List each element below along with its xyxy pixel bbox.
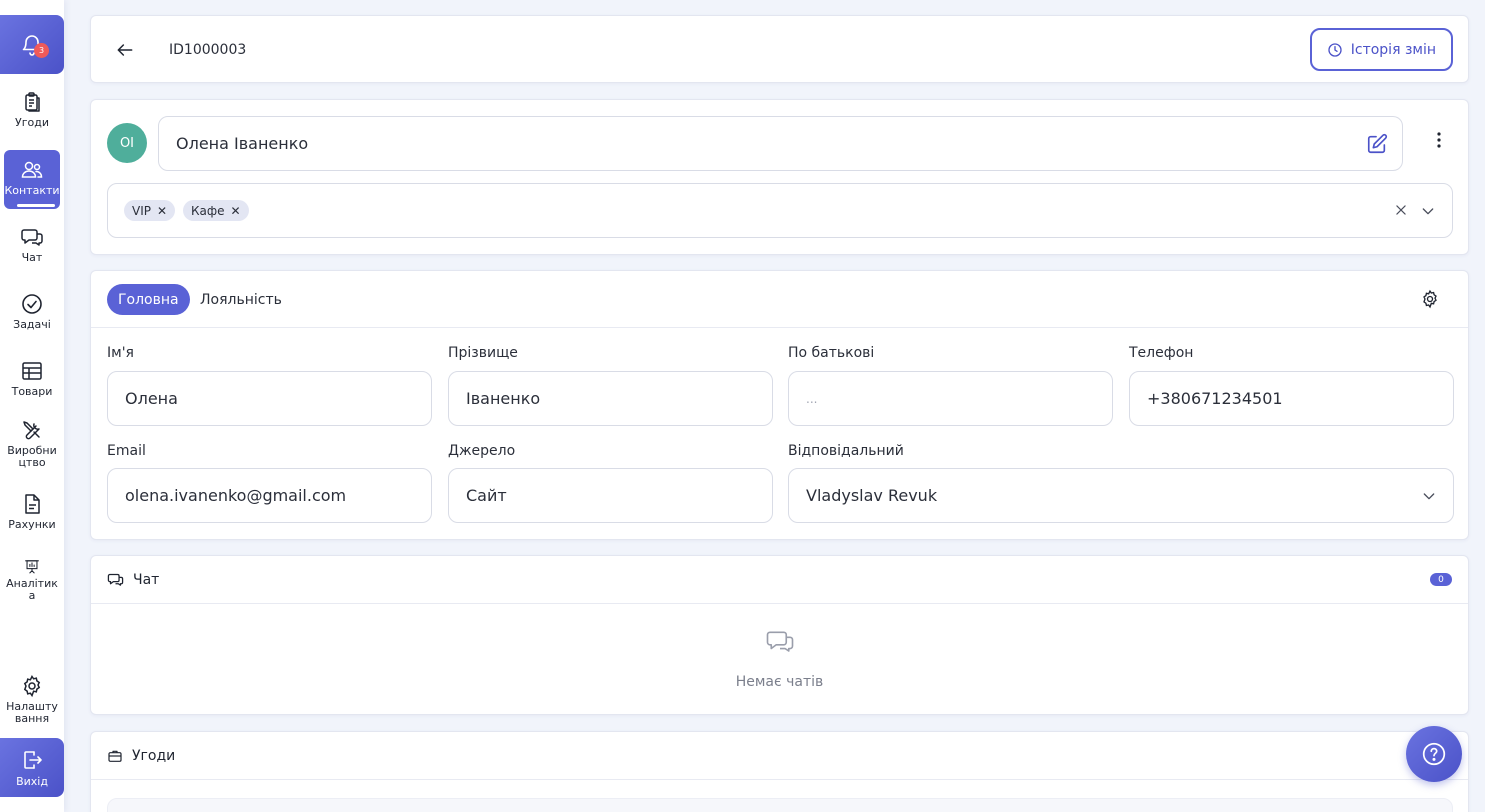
- users-icon: [21, 161, 43, 178]
- tag-chip: Кафе ✕: [183, 200, 249, 221]
- email-label: Email: [107, 443, 146, 459]
- sidebar-item-invoices[interactable]: Рахунки: [4, 492, 60, 536]
- gear-icon: [23, 675, 41, 698]
- tag-label: Кафе: [191, 203, 225, 218]
- sidebar-item-products[interactable]: Товари: [4, 359, 60, 403]
- sidebar-item-production[interactable]: Виробництво: [4, 418, 60, 476]
- source-field[interactable]: Сайт: [448, 468, 773, 523]
- sidebar-item-label: Виробництво: [7, 444, 57, 469]
- sidebar-item-chat[interactable]: Чат: [4, 225, 60, 269]
- chevron-down-icon: [1423, 493, 1435, 500]
- sidebar-item-settings[interactable]: Налаштування: [4, 674, 60, 732]
- clipboard-icon: [25, 92, 40, 112]
- responsible-label: Відповідальний: [788, 443, 904, 459]
- phone-label: Телефон: [1129, 345, 1194, 361]
- help-button[interactable]: [1406, 726, 1462, 782]
- back-button[interactable]: [113, 38, 137, 62]
- first-name-label: Ім'я: [107, 345, 134, 361]
- tag-label: VIP: [132, 203, 151, 218]
- record-id: ID1000003: [169, 42, 247, 58]
- logout-label: Вихід: [16, 774, 48, 788]
- responsible-value: Vladyslav Revuk: [806, 486, 938, 505]
- main-info-card: Головна Лояльність Ім'я Олена Прізвище І…: [90, 270, 1469, 540]
- deals-section-header[interactable]: Угоди: [91, 732, 1468, 780]
- check-circle-icon: [22, 294, 42, 314]
- help-circle-icon: [1422, 742, 1446, 766]
- avatar: ОІ: [107, 123, 147, 163]
- email-field[interactable]: olena.ivanenko@gmail.com: [107, 468, 432, 523]
- sidebar-item-label: Угоди: [15, 116, 49, 129]
- sidebar-item-label: Товари: [11, 385, 53, 398]
- contact-card: ОІ Олена Іваненко VIP ✕ Кафе ✕: [90, 99, 1469, 255]
- tab-main[interactable]: Головна: [107, 284, 190, 315]
- close-icon[interactable]: [1394, 203, 1408, 217]
- first-name-field[interactable]: Олена: [107, 371, 432, 426]
- source-label: Джерело: [448, 443, 516, 459]
- tabs-row: Головна Лояльність: [91, 271, 1468, 328]
- sidebar-item-tasks[interactable]: Задачі: [4, 292, 60, 336]
- tab-loyalty[interactable]: Лояльність: [189, 284, 293, 315]
- header-card: ID1000003 Історія змін: [90, 15, 1469, 83]
- gear-icon[interactable]: [1420, 289, 1440, 309]
- sidebar-item-deals[interactable]: Угоди: [4, 90, 60, 138]
- clock-icon: [1328, 42, 1342, 57]
- sidebar-item-contacts[interactable]: Контакти: [4, 150, 60, 209]
- remove-tag-icon[interactable]: ✕: [231, 204, 241, 218]
- chat-section-header[interactable]: Чат 0: [91, 556, 1468, 604]
- chat-empty-text: Немає чатів: [735, 674, 824, 690]
- tags-select[interactable]: VIP ✕ Кафе ✕: [107, 183, 1453, 238]
- contact-name-field[interactable]: Олена Іваненко: [158, 116, 1403, 171]
- logout-icon: [24, 750, 42, 769]
- notifications-badge: 3: [34, 43, 49, 58]
- chat-section: Чат 0 Немає чатів: [90, 555, 1469, 715]
- history-button[interactable]: Історія змін: [1309, 28, 1453, 71]
- sidebar-item-analytics[interactable]: Аналітика: [4, 558, 60, 602]
- sidebar-item-label: Контакти: [4, 184, 60, 197]
- deals-section-title: Угоди: [132, 747, 176, 764]
- contact-name: Олена Іваненко: [176, 134, 309, 153]
- sidebar-item-label: Задачі: [13, 318, 51, 331]
- sidebar: 3 Угоди Контакти Чат Задачі Товари Вироб…: [0, 0, 64, 812]
- sidebar-item-label: Налаштування: [6, 700, 58, 725]
- document-icon: [25, 494, 40, 514]
- history-label: Історія змін: [1350, 41, 1436, 58]
- middle-name-label: По батькові: [788, 345, 875, 361]
- sidebar-item-label: Чат: [21, 251, 43, 264]
- more-vertical-icon[interactable]: [1436, 132, 1442, 148]
- last-name-label: Прізвище: [448, 345, 518, 361]
- briefcase-icon: [108, 750, 122, 762]
- table-icon: [22, 362, 42, 380]
- arrow-left-icon: [117, 44, 133, 56]
- tools-icon: [23, 421, 40, 440]
- deals-section: Угоди: [90, 731, 1469, 812]
- middle-name-field[interactable]: ...: [788, 371, 1113, 426]
- active-indicator: [17, 204, 55, 207]
- chat-section-title: Чат: [133, 571, 160, 588]
- chat-empty-icon: [766, 631, 794, 652]
- chat-icon: [107, 573, 124, 586]
- presentation-chart-icon: [25, 560, 39, 574]
- notifications-button[interactable]: 3: [0, 15, 64, 74]
- logout-button[interactable]: Вихід: [0, 738, 64, 797]
- chat-count-badge: 0: [1430, 573, 1452, 586]
- deals-list: [107, 798, 1453, 812]
- remove-tag-icon[interactable]: ✕: [157, 204, 167, 218]
- last-name-field[interactable]: Іваненко: [448, 371, 773, 426]
- sidebar-item-label: Рахунки: [8, 518, 56, 531]
- phone-field[interactable]: +380671234501: [1129, 371, 1454, 426]
- chat-icon: [21, 229, 43, 246]
- tag-chip: VIP ✕: [124, 200, 176, 221]
- sidebar-item-label: Аналітика: [6, 577, 58, 602]
- responsible-select[interactable]: Vladyslav Revuk: [788, 468, 1454, 523]
- edit-icon[interactable]: [1366, 133, 1388, 155]
- chevron-down-icon[interactable]: [1420, 203, 1436, 219]
